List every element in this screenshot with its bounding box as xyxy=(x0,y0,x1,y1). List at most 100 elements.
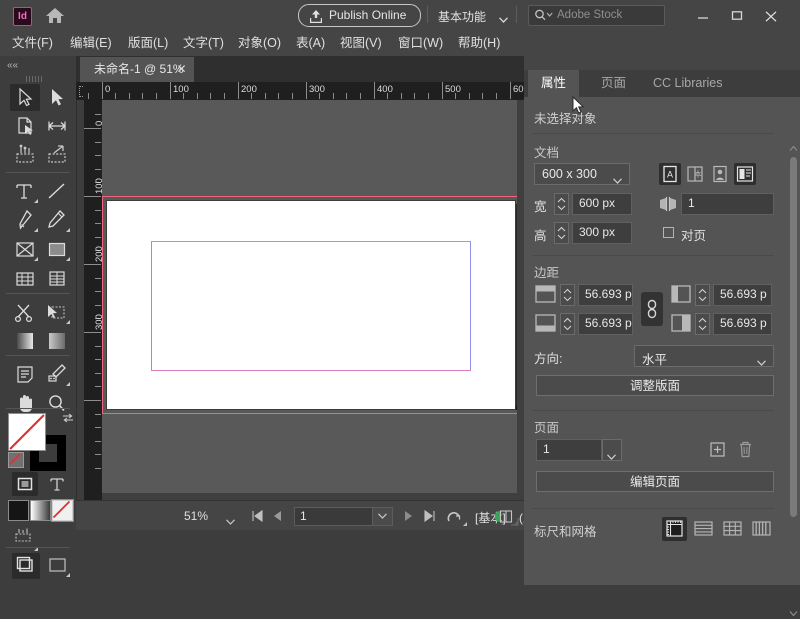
show-column-guides-icon[interactable] xyxy=(749,517,774,541)
delete-page-button[interactable] xyxy=(738,441,753,461)
tools-panel-grip[interactable] xyxy=(26,76,50,82)
margin-right-stepper[interactable] xyxy=(695,313,710,335)
vertical-ruler[interactable]: 0 100 200 300 xyxy=(84,100,103,500)
preview-screen-mode-button[interactable] xyxy=(44,553,72,579)
resize-grip[interactable] xyxy=(510,515,519,529)
scissors-tool[interactable] xyxy=(10,299,40,326)
gap-tool[interactable] xyxy=(42,113,72,140)
direct-selection-tool[interactable] xyxy=(42,84,72,111)
menu-table[interactable]: 表(A) xyxy=(296,34,325,52)
page-orientation-landscape-icon[interactable]: 本 xyxy=(684,163,706,185)
type-tool[interactable] xyxy=(10,178,40,205)
minimize-button[interactable] xyxy=(686,0,720,29)
previous-page-button[interactable] xyxy=(271,510,285,522)
eyedropper-tool[interactable] xyxy=(42,361,72,388)
menu-object[interactable]: 对象(O) xyxy=(238,34,281,52)
frame-tool[interactable] xyxy=(10,236,40,263)
page-select-input[interactable]: 1 xyxy=(536,439,602,461)
free-transform-tool[interactable] xyxy=(42,299,72,326)
page-tool[interactable] xyxy=(10,113,40,140)
height-input[interactable]: 300 px xyxy=(572,222,632,244)
workspace-switcher-label[interactable]: 基本功能 xyxy=(438,8,486,25)
first-page-button[interactable] xyxy=(251,509,265,523)
close-button[interactable] xyxy=(754,0,792,29)
chevron-down-icon[interactable] xyxy=(499,12,508,23)
page-number-dropdown[interactable] xyxy=(372,507,393,526)
adobe-stock-search-box[interactable]: Adobe Stock xyxy=(528,5,665,26)
gradient-swatch-tool[interactable] xyxy=(10,328,40,355)
page-orientation-portrait-icon[interactable]: A xyxy=(659,163,681,185)
edit-pages-button[interactable]: 编辑页面 xyxy=(536,471,774,492)
preflight-status-icon[interactable] xyxy=(446,509,467,526)
menu-window[interactable]: 窗口(W) xyxy=(398,34,443,52)
last-page-button[interactable] xyxy=(422,509,436,523)
tab-properties[interactable]: 属性 xyxy=(528,70,580,97)
margin-left-input[interactable]: 56.693 p xyxy=(713,284,772,306)
line-tool[interactable] xyxy=(42,178,72,205)
note-tool[interactable] xyxy=(10,361,40,388)
width-input[interactable]: 600 px xyxy=(572,193,632,215)
close-icon[interactable]: ✕ xyxy=(177,62,188,76)
canvas-horizontal-scrollbar[interactable] xyxy=(102,493,517,500)
publish-online-button[interactable]: Publish Online xyxy=(298,4,422,27)
pencil-tool[interactable] xyxy=(42,207,72,234)
menu-layout[interactable]: 版面(L) xyxy=(128,34,168,52)
document-page[interactable] xyxy=(106,200,516,410)
link-margins-button[interactable] xyxy=(641,292,663,326)
menu-edit[interactable]: 编辑(E) xyxy=(70,34,112,52)
document-canvas[interactable] xyxy=(102,100,524,500)
horizontal-ruler[interactable]: 0 100 200 300 400 500 600 xyxy=(84,82,524,101)
search-input[interactable]: Adobe Stock xyxy=(557,8,622,23)
next-page-button[interactable] xyxy=(401,510,415,522)
gradient-feather-tool[interactable] xyxy=(42,328,72,355)
selection-tool[interactable] xyxy=(10,84,40,111)
column-tool[interactable] xyxy=(42,265,72,292)
color-swatch[interactable] xyxy=(8,500,29,521)
default-fill-stroke-icon[interactable] xyxy=(8,452,24,468)
menu-help[interactable]: 帮助(H) xyxy=(458,34,500,52)
margin-top-input[interactable]: 56.693 p xyxy=(578,284,633,306)
margin-top-stepper[interactable] xyxy=(560,284,575,306)
margin-right-input[interactable]: 56.693 p xyxy=(713,313,772,335)
page-number-input[interactable]: 1 xyxy=(294,507,374,526)
content-placer-tool[interactable] xyxy=(42,142,72,169)
page-binding-icon[interactable] xyxy=(734,163,756,185)
pen-tool[interactable] xyxy=(10,207,40,234)
formatting-affects-container-button[interactable] xyxy=(12,472,38,496)
show-baseline-grid-icon[interactable] xyxy=(691,517,716,541)
show-document-grid-icon[interactable] xyxy=(720,517,745,541)
zoom-chevron-down-icon[interactable] xyxy=(226,514,235,525)
swap-fill-stroke-icon[interactable] xyxy=(62,412,74,426)
document-preset-select[interactable]: 600 x 300 xyxy=(534,163,630,185)
panel-vertical-scrollbar[interactable] xyxy=(789,143,798,619)
page-select-dropdown[interactable] xyxy=(602,439,622,461)
tab-pages[interactable]: 页面 xyxy=(588,70,639,97)
gradient-swatch[interactable] xyxy=(30,500,51,521)
orientation-select[interactable]: 水平 xyxy=(634,345,774,367)
margin-bottom-stepper[interactable] xyxy=(560,313,575,335)
add-page-button[interactable] xyxy=(710,442,725,460)
fill-color-swatch[interactable] xyxy=(8,413,46,451)
home-icon[interactable] xyxy=(46,8,64,23)
collapse-tools-icon[interactable]: «« xyxy=(7,60,23,72)
menu-file[interactable]: 文件(F) xyxy=(12,34,53,52)
apply-to-frame-icon[interactable] xyxy=(10,526,40,553)
content-collector-tool[interactable] xyxy=(10,142,40,169)
primary-text-frame-icon[interactable] xyxy=(709,163,731,185)
facing-pages-checkbox[interactable] xyxy=(663,227,674,238)
none-swatch[interactable] xyxy=(51,499,74,522)
maximize-button[interactable] xyxy=(720,0,754,29)
panel-scroll-thumb[interactable] xyxy=(790,157,797,517)
formatting-affects-text-button[interactable] xyxy=(44,472,70,496)
document-tab[interactable]: 未命名-1 @ 51% ✕ xyxy=(80,57,194,82)
height-stepper[interactable] xyxy=(554,222,569,244)
show-rulers-icon[interactable] xyxy=(662,517,687,541)
width-stepper[interactable] xyxy=(554,193,569,215)
margin-left-stepper[interactable] xyxy=(695,284,710,306)
zoom-level-value[interactable]: 51% xyxy=(184,509,208,523)
menu-view[interactable]: 视图(V) xyxy=(340,34,382,52)
margin-bottom-input[interactable]: 56.693 p xyxy=(578,313,633,335)
menu-type[interactable]: 文字(T) xyxy=(183,34,224,52)
pages-count-input[interactable]: 1 xyxy=(681,193,774,215)
tab-cc-libraries[interactable]: CC Libraries xyxy=(640,70,735,97)
